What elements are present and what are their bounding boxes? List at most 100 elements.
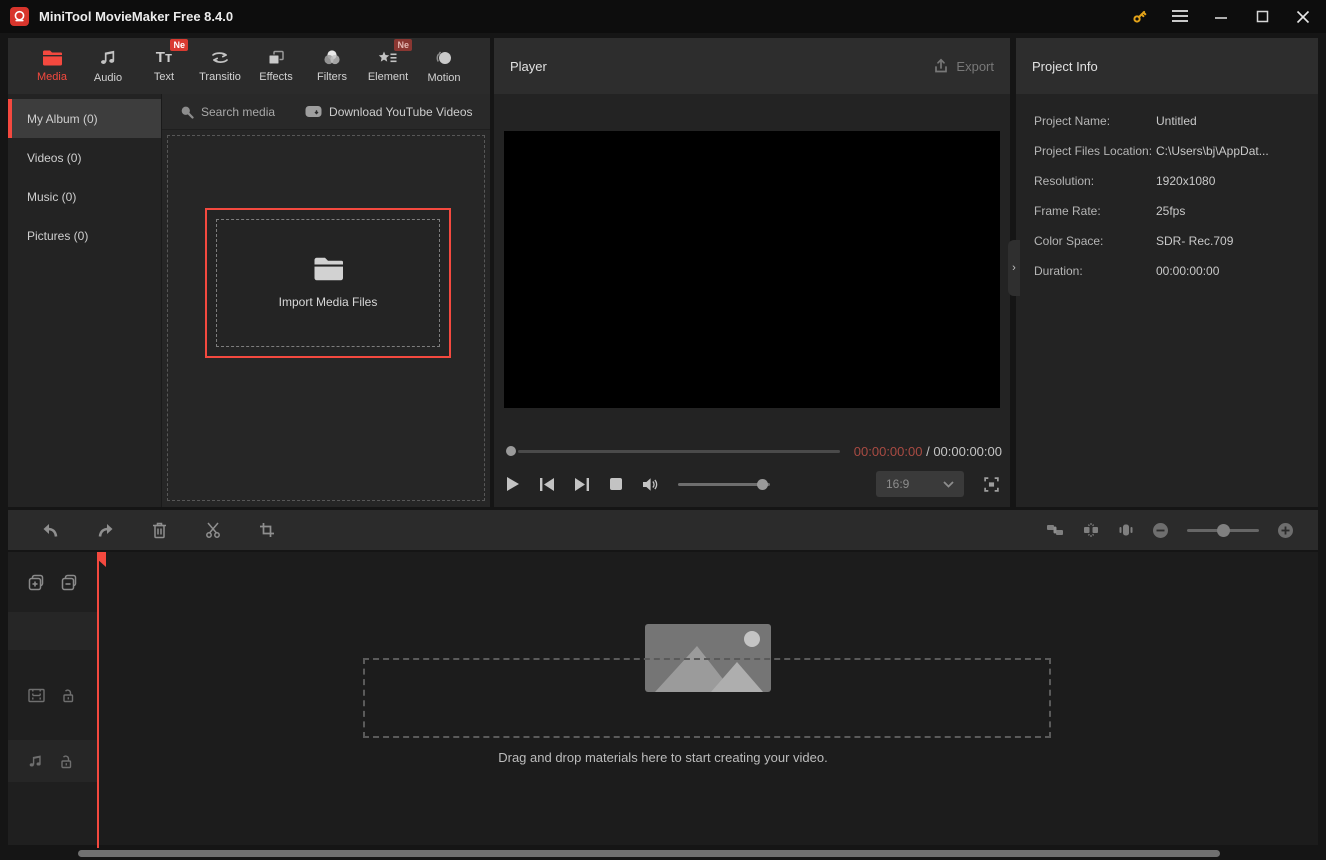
- fit-timeline-icon[interactable]: [1046, 522, 1064, 538]
- import-media-inner: Import Media Files: [216, 219, 440, 347]
- split-scissors-button[interactable]: [205, 522, 221, 539]
- seek-thumb[interactable]: [506, 446, 516, 456]
- tab-media[interactable]: Media: [24, 38, 80, 94]
- info-value: SDR- Rec.709: [1156, 234, 1233, 248]
- media-topbar: Search media Download YouTube Videos: [162, 94, 490, 130]
- titlebar: MiniTool MovieMaker Free 8.4.0: [0, 0, 1326, 33]
- info-value: Untitled: [1156, 114, 1197, 128]
- elements-star-icon: [378, 50, 398, 66]
- collapse-panel-handle[interactable]: ›: [1008, 240, 1020, 296]
- remove-track-icon[interactable]: [61, 574, 78, 591]
- transition-arrows-icon: [210, 50, 230, 66]
- effects-icon: [267, 50, 285, 66]
- player-panel: Player Export 00:00:00:00 / 00:00:00:00: [494, 38, 1010, 507]
- player-controls: 16:9: [506, 470, 1000, 498]
- track-spacer-row: [8, 612, 99, 650]
- library-tabs: Media Audio Ne Tᴛ Text Transitio Effects: [8, 38, 490, 94]
- tab-elements[interactable]: Ne Element: [360, 38, 416, 94]
- import-folder-icon: [313, 257, 343, 281]
- next-frame-button[interactable]: [574, 477, 590, 492]
- album-sidebar: My Album (0) Videos (0) Music (0) Pictur…: [8, 94, 162, 507]
- tab-motion[interactable]: Motion: [416, 38, 472, 94]
- timeline-area[interactable]: Drag and drop materials here to start cr…: [8, 552, 1318, 845]
- info-value: 00:00:00:00: [1156, 264, 1219, 278]
- aspect-ratio-select[interactable]: 16:9: [876, 471, 964, 497]
- info-value: 25fps: [1156, 204, 1185, 218]
- maximize-button[interactable]: [1251, 6, 1273, 28]
- download-youtube-button[interactable]: Download YouTube Videos: [305, 105, 472, 119]
- zoom-out-button[interactable]: [1152, 522, 1169, 539]
- tab-label: Filters: [317, 71, 347, 83]
- sidebar-item-music[interactable]: Music (0): [8, 177, 161, 216]
- close-button[interactable]: [1292, 6, 1314, 28]
- timeline-horizontal-scrollbar[interactable]: [78, 850, 1220, 857]
- tab-label: Text: [154, 71, 174, 83]
- fullscreen-button[interactable]: [983, 476, 1000, 493]
- sidebar-item-label: Pictures (0): [27, 229, 88, 243]
- timeline-zoom-thumb[interactable]: [1217, 524, 1230, 537]
- export-label: Export: [956, 59, 994, 74]
- new-badge: Ne: [170, 39, 188, 51]
- project-info-rows: Project Name: Untitled Project Files Loc…: [1016, 94, 1318, 286]
- sidebar-item-pictures[interactable]: Pictures (0): [8, 216, 161, 255]
- info-row-resolution: Resolution: 1920x1080: [1016, 166, 1318, 196]
- tab-audio[interactable]: Audio: [80, 38, 136, 94]
- tab-text[interactable]: Ne Tᴛ Text: [136, 38, 192, 94]
- snap-marker-icon[interactable]: [1082, 522, 1100, 538]
- timeline-toolbar: [8, 510, 1318, 550]
- chevron-down-icon: [943, 481, 954, 488]
- info-label: Frame Rate:: [1016, 204, 1156, 218]
- volume-thumb[interactable]: [757, 479, 768, 490]
- undo-button[interactable]: [42, 523, 59, 538]
- search-media-button[interactable]: Search media: [180, 105, 275, 119]
- sidebar-item-videos[interactable]: Videos (0): [8, 138, 161, 177]
- tab-filters[interactable]: Filters: [304, 38, 360, 94]
- media-content-area: Search media Download YouTube Videos Imp…: [162, 94, 490, 507]
- tab-effects[interactable]: Effects: [248, 38, 304, 94]
- volume-slider[interactable]: [678, 483, 770, 486]
- video-track-icon: [28, 688, 45, 703]
- time-separator: /: [922, 444, 933, 459]
- track-header-column: [8, 552, 99, 845]
- tab-label: Transitio: [199, 71, 241, 83]
- tab-label: Motion: [427, 72, 460, 84]
- add-track-icon[interactable]: [28, 574, 45, 591]
- stop-button[interactable]: [609, 477, 623, 491]
- import-media-button[interactable]: Import Media Files: [205, 208, 451, 358]
- timeline-drop-zone[interactable]: [363, 658, 1051, 738]
- redo-button[interactable]: [97, 523, 114, 538]
- tab-label: Element: [368, 71, 408, 83]
- export-button[interactable]: Export: [933, 58, 994, 74]
- info-label: Color Space:: [1016, 234, 1156, 248]
- previous-frame-button[interactable]: [539, 477, 555, 492]
- tab-label: Effects: [259, 71, 292, 83]
- filters-icon: [322, 49, 342, 66]
- volume-icon[interactable]: [642, 477, 659, 492]
- motion-icon: [435, 49, 453, 67]
- info-label: Project Name:: [1016, 114, 1156, 128]
- license-key-icon[interactable]: [1128, 6, 1150, 28]
- sidebar-item-my-album[interactable]: My Album (0): [8, 99, 161, 138]
- search-media-label: Search media: [201, 105, 275, 119]
- seek-track[interactable]: [518, 450, 840, 453]
- info-row-project-name: Project Name: Untitled: [1016, 106, 1318, 136]
- zoom-in-button[interactable]: [1277, 522, 1294, 539]
- timecode: 00:00:00:00 / 00:00:00:00: [854, 444, 1002, 459]
- delete-button[interactable]: [152, 522, 167, 539]
- crop-button[interactable]: [259, 522, 275, 538]
- video-track-header: [8, 650, 99, 740]
- text-icon: Tᴛ: [156, 50, 173, 66]
- video-track-lock-icon[interactable]: [61, 688, 75, 703]
- menu-icon[interactable]: [1169, 6, 1191, 28]
- video-preview[interactable]: [504, 131, 1000, 408]
- minimize-button[interactable]: [1210, 6, 1232, 28]
- tab-label: Media: [37, 71, 67, 83]
- waveform-icon[interactable]: [1118, 522, 1134, 538]
- playhead-line[interactable]: [97, 552, 99, 848]
- tab-transition[interactable]: Transitio: [192, 38, 248, 94]
- youtube-download-icon: [305, 105, 322, 118]
- app-logo-icon: [10, 7, 29, 26]
- current-time: 00:00:00:00: [854, 444, 923, 459]
- timeline-zoom-slider[interactable]: [1187, 529, 1259, 532]
- play-button[interactable]: [506, 476, 520, 492]
